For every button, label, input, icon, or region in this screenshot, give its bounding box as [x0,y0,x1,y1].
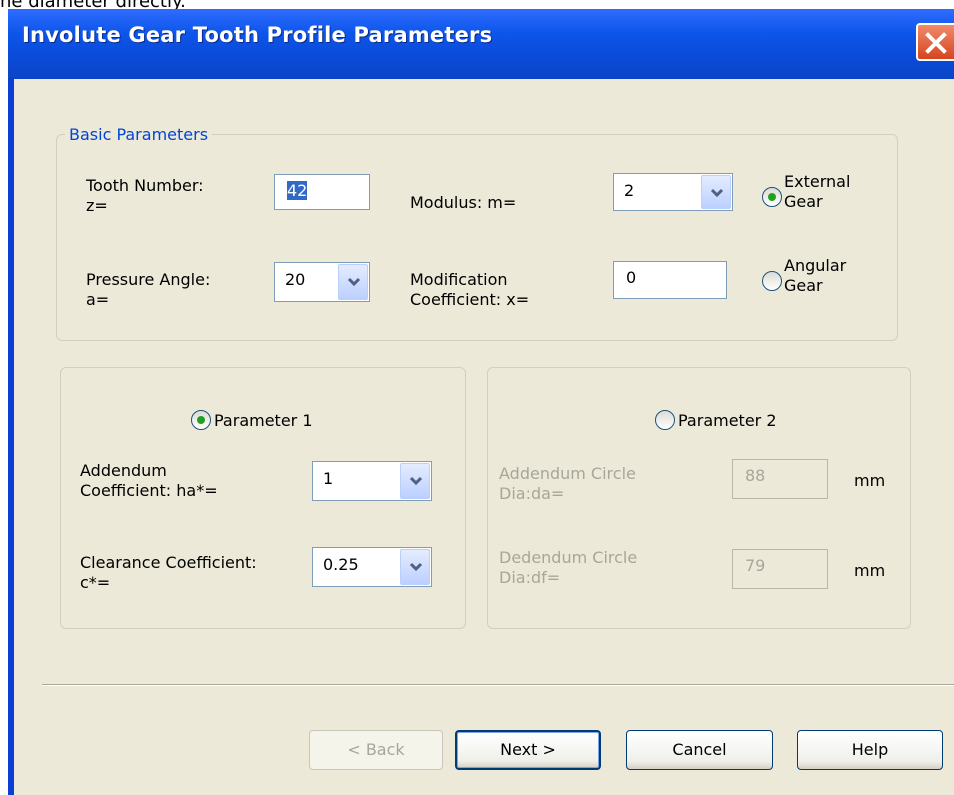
angular-gear-label[interactable]: Angular Gear [784,256,846,296]
pressure-angle-value: 20 [285,270,306,289]
chevron-down-icon [710,188,724,198]
close-button[interactable] [916,23,954,61]
modification-coefficient-label: Modification Coefficient: x= [410,270,529,310]
addendum-unit-label: mm [854,471,886,490]
clearance-coefficient-dropdown-button[interactable] [400,549,430,585]
window-title: Involute Gear Tooth Profile Parameters [22,23,493,47]
modification-label-line1: Modification [410,270,508,289]
basic-parameters-legend: Basic Parameters [65,125,213,144]
parameter-1-radio[interactable] [191,410,211,430]
pressure-angle-dropdown-button[interactable] [338,264,368,300]
dedendum-circle-dia-label: Dedendum Circle Dia:df= [499,548,637,588]
next-button[interactable]: Next > [455,730,601,770]
angular-gear-label-line1: Angular [784,256,847,275]
tooth-number-label-line2: z= [86,196,108,215]
modification-label-line2: Coefficient: x= [410,290,530,309]
external-gear-radio[interactable] [762,187,782,207]
tooth-number-label: Tooth Number: z= [86,176,204,216]
pressure-angle-select[interactable]: 20 [274,262,370,302]
modulus-label: Modulus: m= [410,193,517,212]
external-gear-label-line2: Gear [784,192,823,211]
tooth-number-value: 42 [287,181,308,200]
clearance-coefficient-label-line2: c*= [80,573,111,592]
button-separator [42,684,954,686]
addendum-circle-dia-label: Addendum Circle Dia:da= [499,464,636,504]
pressure-angle-label-line2: a= [86,290,110,309]
addendum-circle-dia-label-line1: Addendum Circle [499,464,636,483]
clearance-coefficient-label: Clearance Coefficient: c*= [80,553,257,593]
chevron-down-icon [409,562,423,572]
addendum-coefficient-label-line2: Coefficient: ha*= [80,481,218,500]
gear-parameters-dialog: Involute Gear Tooth Profile Parameters B… [8,9,954,795]
addendum-coefficient-label-line1: Addendum [80,461,167,480]
tooth-number-input[interactable]: 42 [274,174,370,210]
chevron-down-icon [347,277,361,287]
external-gear-label[interactable]: External Gear [784,172,850,212]
dedendum-unit-label: mm [854,561,886,580]
cancel-button[interactable]: Cancel [626,730,773,770]
modification-coefficient-input[interactable]: 0 [613,261,727,299]
chevron-down-icon [409,476,423,486]
addendum-coefficient-dropdown-button[interactable] [400,463,430,499]
dedendum-circle-dia-label-line1: Dedendum Circle [499,548,638,567]
modulus-value: 2 [624,181,635,200]
pressure-angle-label-line1: Pressure Angle: [86,270,211,289]
angular-gear-label-line2: Gear [784,276,823,295]
parameter-2-radio[interactable] [655,410,675,430]
addendum-coefficient-select[interactable]: 1 [312,461,432,501]
dialog-client-area: Basic Parameters Tooth Number: z= 42 Mod… [14,79,954,795]
back-button[interactable]: < Back [309,730,443,770]
dedendum-circle-dia-label-line2: Dia:df= [499,568,561,587]
addendum-coefficient-value: 1 [323,469,334,488]
close-x-icon [925,32,947,54]
clearance-coefficient-label-line1: Clearance Coefficient: [80,553,257,572]
title-bar[interactable]: Involute Gear Tooth Profile Parameters [8,9,954,79]
tooth-number-label-line1: Tooth Number: [86,176,204,195]
modulus-select[interactable]: 2 [613,173,733,211]
addendum-circle-dia-label-line2: Dia:da= [499,484,565,503]
pressure-angle-label: Pressure Angle: a= [86,270,210,310]
parameter-1-label[interactable]: Parameter 1 [214,411,313,431]
angular-gear-radio[interactable] [762,271,782,291]
external-gear-label-line1: External [784,172,851,191]
dedendum-circle-dia-input: 79 [732,549,828,589]
addendum-coefficient-label: Addendum Coefficient: ha*= [80,461,218,501]
clearance-coefficient-select[interactable]: 0.25 [312,547,432,587]
modulus-dropdown-button[interactable] [701,175,731,209]
parameter-2-label[interactable]: Parameter 2 [678,411,777,431]
help-button[interactable]: Help [797,730,943,770]
clearance-coefficient-value: 0.25 [323,555,359,574]
addendum-circle-dia-input: 88 [732,459,828,499]
